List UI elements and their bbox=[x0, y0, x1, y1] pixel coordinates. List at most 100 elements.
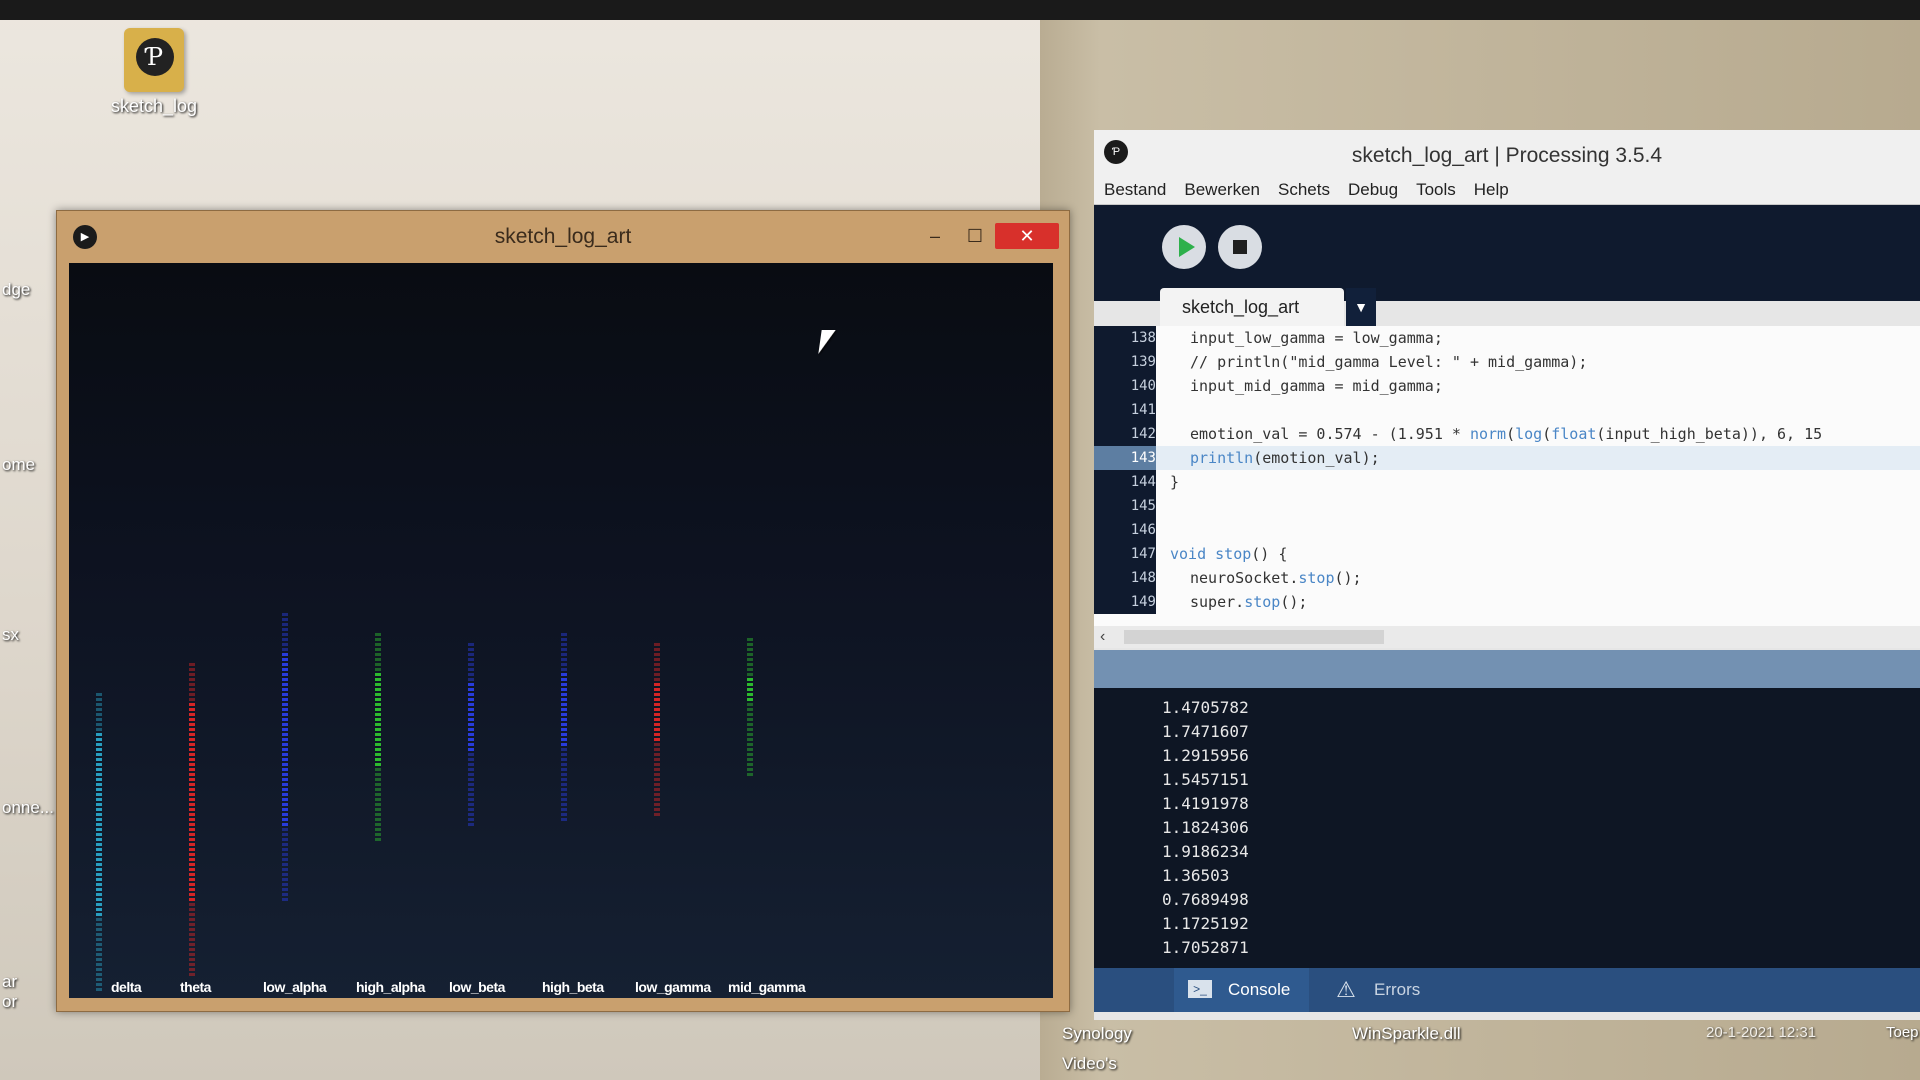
band-mark-high-beta bbox=[561, 723, 567, 726]
run-button[interactable] bbox=[1162, 225, 1206, 269]
scroll-left-icon[interactable]: ‹ bbox=[1100, 626, 1105, 648]
band-mark-low-beta bbox=[468, 768, 474, 771]
menu-debug[interactable]: Debug bbox=[1338, 176, 1406, 200]
file-item-synology[interactable]: Synology bbox=[1062, 1024, 1132, 1044]
band-mark-low-alpha bbox=[282, 863, 288, 866]
band-mark-low-beta bbox=[468, 708, 474, 711]
sketch-canvas[interactable]: delta theta low_alpha high_alpha low_beta hig… bbox=[69, 263, 1053, 998]
console-line: 1.36503 bbox=[1162, 866, 1230, 885]
band-mark-delta bbox=[96, 708, 102, 711]
band-mark-low-alpha bbox=[282, 738, 288, 741]
band-mark-low-alpha bbox=[282, 708, 288, 711]
horizontal-scrollbar[interactable]: ‹ bbox=[1094, 626, 1920, 648]
code-line[interactable]: 144} bbox=[1094, 470, 1920, 494]
band-mark-low-alpha bbox=[282, 793, 288, 796]
minimize-button[interactable]: – bbox=[915, 223, 955, 249]
band-mark-theta bbox=[189, 833, 195, 836]
band-mark-low-alpha bbox=[282, 748, 288, 751]
menu-bestand[interactable]: Bestand bbox=[1094, 176, 1174, 200]
menu-bewerken[interactable]: Bewerken bbox=[1174, 176, 1268, 200]
band-mark-theta bbox=[189, 733, 195, 736]
band-mark-theta bbox=[189, 963, 195, 966]
band-mark-low-alpha bbox=[282, 853, 288, 856]
code-line[interactable]: 146 bbox=[1094, 518, 1920, 542]
band-mark-high-alpha bbox=[375, 738, 381, 741]
errors-tab[interactable]: ⚠ Errors bbox=[1320, 968, 1494, 1012]
code-line[interactable]: 142 emotion_val = 0.574 - (1.951 * norm(l… bbox=[1094, 422, 1920, 446]
band-mark-low-alpha bbox=[282, 858, 288, 861]
code-text: } bbox=[1170, 473, 1180, 491]
band-mark-high-beta bbox=[561, 753, 567, 756]
band-mark-delta bbox=[96, 868, 102, 871]
code-line[interactable]: 139 // println("mid_gamma Level: " + mid_… bbox=[1094, 350, 1920, 374]
file-item-winsparkle[interactable]: WinSparkle.dll bbox=[1352, 1024, 1461, 1044]
band-mark-low-alpha bbox=[282, 733, 288, 736]
line-number: 147 bbox=[1094, 542, 1156, 566]
scrollbar-thumb[interactable] bbox=[1124, 630, 1384, 644]
code-editor[interactable]: 138 input_low_gamma = low_gamma; 139 // pri… bbox=[1094, 326, 1920, 626]
band-mark-theta bbox=[189, 868, 195, 871]
menu-help[interactable]: Help bbox=[1464, 176, 1517, 200]
close-button[interactable]: ✕ bbox=[995, 223, 1059, 249]
code-line[interactable]: 145 bbox=[1094, 494, 1920, 518]
stop-button[interactable] bbox=[1218, 225, 1262, 269]
band-mark-high-alpha bbox=[375, 793, 381, 796]
band-mark-theta bbox=[189, 683, 195, 686]
band-mark-high-alpha bbox=[375, 683, 381, 686]
band-mark-delta bbox=[96, 818, 102, 821]
code-line[interactable]: 140 input_mid_gamma = mid_gamma; bbox=[1094, 374, 1920, 398]
band-mark-low-gamma bbox=[654, 648, 660, 651]
code-line[interactable]: 147 void stop() { bbox=[1094, 542, 1920, 566]
line-number: 145 bbox=[1094, 494, 1156, 518]
band-mark-low-alpha bbox=[282, 683, 288, 686]
maximize-button[interactable]: ☐ bbox=[955, 223, 995, 249]
band-mark-low-alpha bbox=[282, 623, 288, 626]
ide-titlebar[interactable]: Ƥ sketch_log_art | Processing 3.5.4 bbox=[1094, 130, 1920, 176]
band-mark-theta bbox=[189, 758, 195, 761]
band-mark-low-beta bbox=[468, 753, 474, 756]
sketch-window: ▶ sketch_log_art – ☐ ✕ delta theta low_alp… bbox=[56, 210, 1070, 1012]
band-mark-theta bbox=[189, 818, 195, 821]
code-line[interactable]: 141 bbox=[1094, 398, 1920, 422]
code-line[interactable]: 143 println(emotion_val); bbox=[1094, 446, 1920, 470]
band-mark-high-beta bbox=[561, 698, 567, 701]
band-mark-low-alpha bbox=[282, 823, 288, 826]
band-mark-low-gamma bbox=[654, 698, 660, 701]
band-mark-theta bbox=[189, 968, 195, 971]
edge-fragment: sx bbox=[2, 625, 19, 644]
band-mark-low-alpha bbox=[282, 833, 288, 836]
menu-schets[interactable]: Schets bbox=[1268, 176, 1338, 200]
band-mark-theta bbox=[189, 813, 195, 816]
code-line[interactable]: 138 input_low_gamma = low_gamma; bbox=[1094, 326, 1920, 350]
processing-file-icon: Ƥ bbox=[124, 28, 184, 92]
menu-tools[interactable]: Tools bbox=[1406, 176, 1464, 200]
sketch-titlebar[interactable]: ▶ sketch_log_art – ☐ ✕ bbox=[57, 211, 1069, 261]
band-mark-theta bbox=[189, 748, 195, 751]
file-item-videos[interactable]: Video's bbox=[1062, 1054, 1117, 1074]
desktop-icon-label: sketch_log bbox=[110, 96, 198, 116]
desktop-icon-sketch-log[interactable]: Ƥ sketch_log bbox=[94, 28, 214, 117]
band-mark-low-alpha bbox=[282, 873, 288, 876]
band-mark-delta bbox=[96, 748, 102, 751]
console-line: 1.7471607 bbox=[1162, 722, 1249, 741]
band-mark-low-alpha bbox=[282, 693, 288, 696]
band-mark-high-beta bbox=[561, 643, 567, 646]
band-mark-high-beta bbox=[561, 703, 567, 706]
band-mark-low-alpha bbox=[282, 818, 288, 821]
band-mark-high-alpha bbox=[375, 808, 381, 811]
code-line[interactable]: 148 neuroSocket.stop(); bbox=[1094, 566, 1920, 590]
band-mark-low-beta bbox=[468, 648, 474, 651]
tab-dropdown-icon[interactable]: ▼ bbox=[1346, 288, 1376, 326]
code-line[interactable]: 149 super.stop(); bbox=[1094, 590, 1920, 614]
console-tab[interactable]: >_ Console bbox=[1174, 968, 1309, 1012]
console-icon: >_ bbox=[1188, 980, 1212, 998]
band-mark-low-gamma bbox=[654, 663, 660, 666]
band-mark-delta bbox=[96, 943, 102, 946]
line-number: 146 bbox=[1094, 518, 1156, 542]
line-number: 139 bbox=[1094, 350, 1156, 374]
file-extra: Toep bbox=[1886, 1024, 1919, 1041]
tab-sketch-log-art[interactable]: sketch_log_art bbox=[1160, 288, 1344, 326]
band-mark-delta bbox=[96, 823, 102, 826]
band-mark-low-alpha bbox=[282, 713, 288, 716]
band-mark-low-beta bbox=[468, 793, 474, 796]
